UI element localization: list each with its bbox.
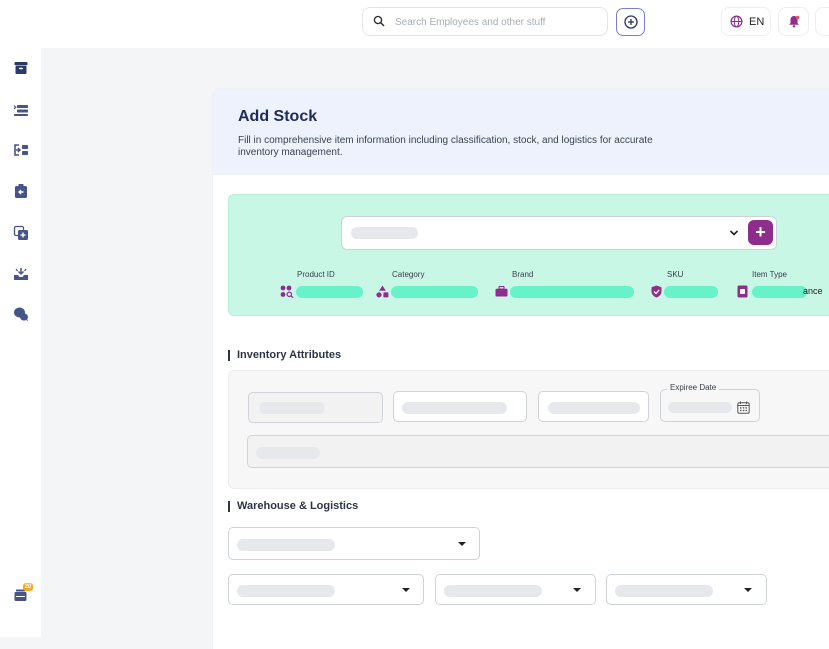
- item-type-overflow-text: ance: [803, 286, 823, 296]
- language-selector[interactable]: EN: [721, 7, 771, 36]
- transfer-icon[interactable]: [11, 140, 31, 160]
- top-bar: EN: [0, 0, 829, 48]
- product-id-value: [296, 286, 363, 298]
- inventory-attributes-panel: Expiree Date: [228, 370, 829, 489]
- search-input[interactable]: [393, 12, 602, 33]
- caret-down-icon[interactable]: [402, 588, 410, 592]
- quick-add-button[interactable]: [616, 8, 645, 36]
- expire-date-field[interactable]: Expiree Date: [660, 383, 760, 422]
- inbox-tray-icon[interactable]: [11, 264, 31, 284]
- warehouse-logistics-heading: Warehouse & Logistics: [228, 500, 358, 512]
- item-type-value: [752, 286, 807, 298]
- sku-value: [664, 286, 718, 298]
- sidebar: [0, 48, 41, 637]
- product-selector-panel: + Product ID Category Brand SKU Item Typ…: [228, 194, 829, 316]
- inventory-field-1[interactable]: [248, 392, 383, 423]
- brand-label: Brand: [512, 270, 534, 279]
- warehouse-select[interactable]: [228, 527, 480, 560]
- search-icon: [373, 15, 385, 27]
- sku-label: SKU: [667, 270, 684, 279]
- card-header: Add Stock Fill in comprehensive item inf…: [213, 89, 829, 175]
- language-label: EN: [749, 15, 765, 28]
- loading-placeholder: [548, 402, 640, 414]
- calendar-icon[interactable]: [737, 401, 750, 414]
- page-title: Add Stock: [238, 108, 318, 125]
- bell-icon: [788, 15, 799, 28]
- add-copy-icon[interactable]: [11, 223, 31, 243]
- category-value: [391, 286, 478, 298]
- globe-icon: [730, 15, 743, 28]
- loading-placeholder: [351, 227, 418, 239]
- caret-down-icon[interactable]: [744, 588, 752, 592]
- inventory-attributes-heading: Inventory Attributes: [228, 349, 341, 361]
- loading-placeholder: [444, 585, 542, 597]
- category-label: Category: [392, 270, 425, 279]
- caret-down-icon[interactable]: [458, 542, 466, 546]
- profile-button[interactable]: [815, 7, 829, 36]
- notifications-button[interactable]: [778, 7, 809, 36]
- stock-list-icon[interactable]: [11, 100, 31, 120]
- loading-placeholder: [615, 585, 713, 597]
- inventory-field-2[interactable]: [393, 391, 527, 422]
- logistics-select-1[interactable]: [228, 574, 424, 605]
- search-box[interactable]: [362, 7, 608, 36]
- product-id-label: Product ID: [297, 270, 335, 279]
- loading-placeholder: [668, 402, 732, 413]
- notification-count-badge: 20: [23, 583, 33, 591]
- shield-check-icon: [651, 285, 662, 298]
- plus-circle-icon: [623, 15, 638, 29]
- shapes-icon: [376, 285, 389, 298]
- logistics-select-3[interactable]: [606, 574, 767, 605]
- loading-placeholder: [237, 539, 335, 551]
- page-description: Fill in comprehensive item information i…: [238, 135, 653, 158]
- loading-placeholder: [256, 447, 320, 459]
- logistics-select-2[interactable]: [435, 574, 596, 605]
- chevron-down-icon[interactable]: [729, 229, 739, 237]
- expire-date-label: Expiree Date: [667, 383, 720, 392]
- chat-bubbles-icon[interactable]: [11, 304, 31, 324]
- item-type-icon: [737, 285, 748, 298]
- return-box-icon[interactable]: [11, 181, 31, 201]
- product-select-dropdown[interactable]: +: [341, 216, 777, 250]
- add-stock-card: Add Stock Fill in comprehensive item inf…: [213, 89, 829, 649]
- inventory-notes-field[interactable]: [247, 435, 829, 468]
- loading-placeholder: [259, 402, 325, 414]
- archive-icon[interactable]: [11, 58, 31, 78]
- item-type-label: Item Type: [752, 270, 787, 279]
- product-search-icon: [280, 285, 294, 298]
- loading-placeholder: [402, 402, 507, 414]
- brand-value: [510, 286, 634, 298]
- briefcase-icon: [495, 286, 508, 297]
- inventory-field-3[interactable]: [538, 391, 649, 422]
- add-product-button[interactable]: +: [748, 220, 773, 245]
- loading-placeholder: [237, 585, 335, 597]
- caret-down-icon[interactable]: [573, 588, 581, 592]
